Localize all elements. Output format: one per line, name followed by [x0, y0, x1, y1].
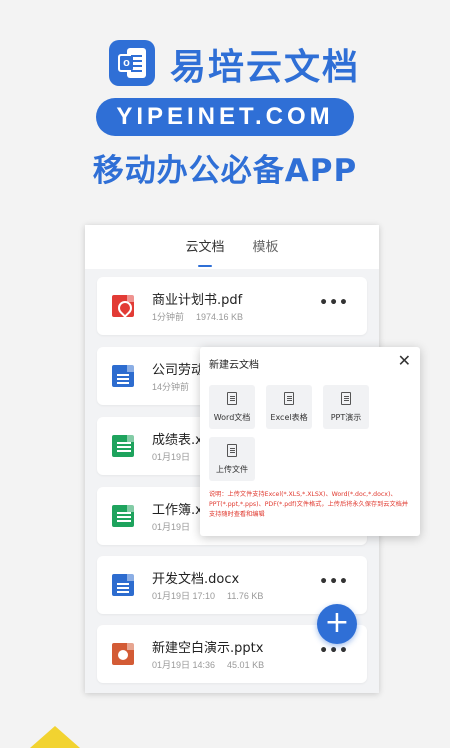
more-options-icon[interactable]: •••	[319, 574, 349, 590]
more-options-icon[interactable]: •••	[319, 643, 349, 659]
list-item[interactable]: 商业计划书.pdf 1分钟前 1974.16 KB •••	[97, 277, 367, 335]
file-meta: 01月19日 14:36 45.01 KB	[152, 658, 264, 671]
option-label: PPT演示	[330, 413, 362, 422]
file-time: 1分钟前	[152, 312, 185, 322]
file-time: 01月19日	[152, 452, 191, 462]
file-name: 成绩表.x	[152, 433, 203, 448]
ppt-option-button[interactable]: PPT演示	[323, 385, 369, 429]
decorative-triangle	[30, 726, 80, 748]
file-time: 01月19日 14:36	[152, 660, 216, 670]
excel-option-button[interactable]: Excel表格	[266, 385, 312, 429]
logo-letter: o	[118, 54, 135, 72]
more-options-icon[interactable]: •••	[319, 295, 349, 311]
app-logo: o	[109, 40, 155, 86]
sheet-icon	[112, 435, 134, 457]
file-meta: 01月19日	[152, 450, 190, 463]
file-time: 01月19日 17:10	[152, 591, 216, 601]
file-name: 工作簿.x	[152, 503, 203, 518]
sheet-icon	[112, 505, 134, 527]
new-doc-dialog: 新建云文档 ✕ Word文档 Excel表格 PPT演示 上传文件 说明：上传文…	[200, 347, 420, 536]
excel-sheet-icon	[284, 392, 294, 405]
add-button[interactable]: +	[317, 604, 357, 644]
slides-icon	[112, 643, 134, 665]
word-option-button[interactable]: Word文档	[209, 385, 255, 429]
option-label: Excel表格	[270, 413, 308, 422]
upload-icon	[227, 444, 237, 457]
office-doc-icon: o	[118, 48, 146, 78]
dialog-title: 新建云文档	[209, 360, 259, 371]
upload-note: 说明：上传文件支持Excel(*.XLS,*.XLSX)、Word(*.doc,…	[209, 491, 409, 518]
tab-cloud-docs[interactable]: 云文档	[185, 236, 224, 259]
domain-pill: YIPEINET.COM	[96, 98, 354, 136]
file-time: 01月19日	[152, 522, 191, 532]
option-label: Word文档	[213, 413, 251, 422]
file-size: 45.01 KB	[227, 660, 265, 670]
tab-templates[interactable]: 模板	[253, 236, 279, 259]
upload-option-button[interactable]: 上传文件	[209, 437, 255, 481]
doc-icon	[112, 574, 134, 596]
option-label: 上传文件	[216, 465, 248, 474]
app-subtitle: 移动办公必备APP	[92, 153, 358, 189]
tab-bar: 云文档 模板	[85, 225, 379, 269]
file-name: 新建空白演示.pptx	[152, 641, 264, 656]
file-meta: 14分钟前	[152, 380, 189, 393]
ppt-slides-icon	[341, 392, 351, 405]
file-meta: 01月19日	[152, 520, 190, 533]
file-meta: 1分钟前 1974.16 KB	[152, 310, 243, 323]
file-time: 14分钟前	[152, 382, 190, 392]
file-size: 1974.16 KB	[196, 312, 244, 322]
file-name: 开发文档.docx	[152, 572, 240, 587]
file-size: 11.76 KB	[227, 591, 264, 601]
file-meta: 01月19日 17:10 11.76 KB	[152, 589, 263, 602]
doc-icon	[112, 365, 134, 387]
file-name: 公司劳动	[152, 363, 205, 378]
app-title: 易培云文档	[170, 47, 361, 88]
file-name: 商业计划书.pdf	[152, 293, 243, 308]
close-icon[interactable]: ✕	[398, 351, 411, 370]
pdf-icon	[112, 295, 134, 317]
word-doc-icon	[227, 392, 237, 405]
